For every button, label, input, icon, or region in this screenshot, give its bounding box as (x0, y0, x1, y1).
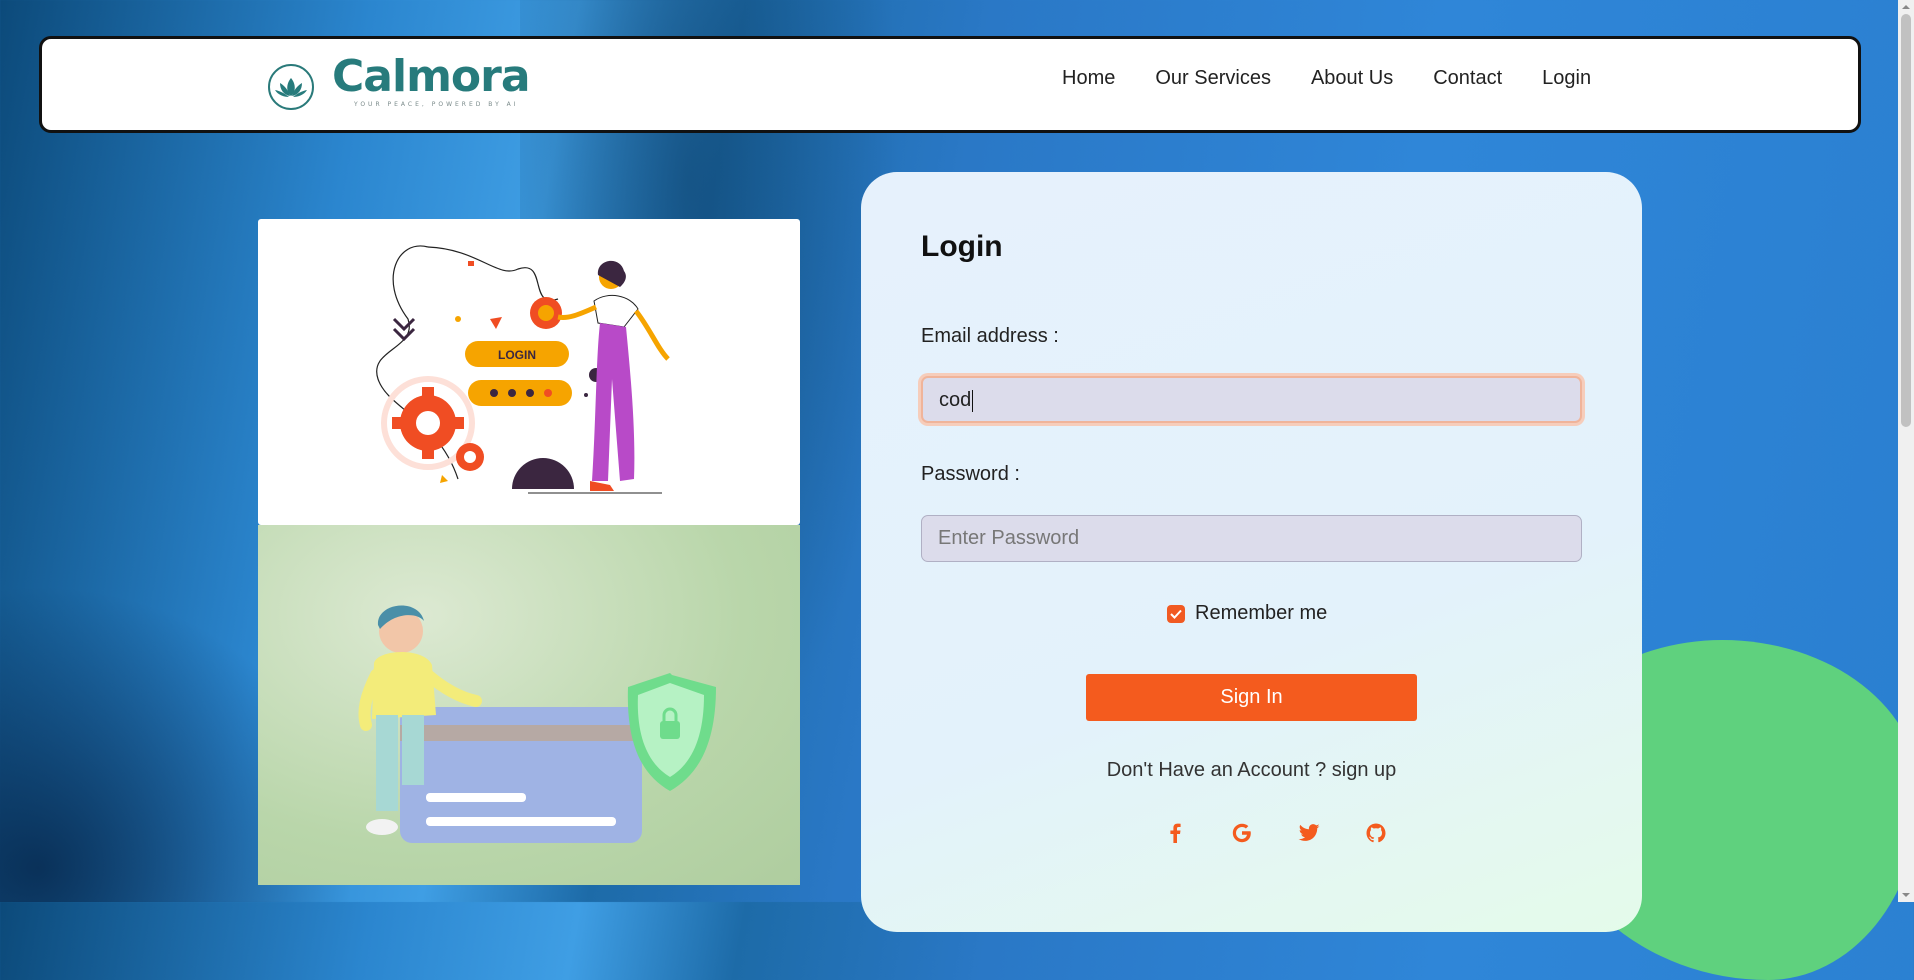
check-icon (1170, 609, 1182, 619)
scrollbar-thumb[interactable] (1901, 14, 1911, 427)
nav-about-us[interactable]: About Us (1311, 67, 1393, 90)
login-illustration: LOGIN (258, 219, 800, 525)
nav-login[interactable]: Login (1542, 67, 1591, 90)
facebook-icon[interactable] (1141, 818, 1208, 848)
security-illustration (258, 525, 800, 885)
scroll-up-icon[interactable] (1901, 2, 1911, 12)
brand-tagline: YOUR PEACE, POWERED BY AI (354, 101, 519, 108)
remember-label: Remember me (1195, 602, 1328, 624)
signup-link[interactable]: Don't Have an Account ? sign up (861, 759, 1642, 782)
login-title: Login (921, 230, 1003, 263)
email-input-value: cod (939, 389, 972, 411)
google-icon[interactable] (1208, 818, 1275, 848)
email-label: Email address : (921, 325, 1059, 347)
password-input[interactable]: Enter Password (921, 515, 1582, 562)
nav-contact[interactable]: Contact (1433, 67, 1502, 90)
lotus-icon[interactable] (268, 64, 314, 110)
github-icon[interactable] (1342, 818, 1409, 848)
navbar: Calmora YOUR PEACE, POWERED BY AI Home O… (39, 36, 1861, 133)
page-scrollbar[interactable] (1898, 0, 1914, 902)
login-badge-text: LOGIN (498, 348, 536, 362)
scroll-down-icon[interactable] (1901, 890, 1911, 900)
remember-me[interactable]: Remember me (1167, 602, 1327, 625)
nav-menu: Home Our Services About Us Contact Login (1062, 67, 1631, 90)
password-placeholder: Enter Password (938, 527, 1080, 549)
nav-home[interactable]: Home (1062, 67, 1115, 90)
sign-in-button[interactable]: Sign In (1086, 674, 1417, 721)
password-label: Password : (921, 463, 1020, 485)
nav-our-services[interactable]: Our Services (1155, 67, 1271, 90)
login-card: Login Email address : cod Password : Ent… (861, 172, 1642, 932)
twitter-icon[interactable] (1275, 818, 1342, 848)
brand-name[interactable]: Calmora (332, 51, 531, 102)
remember-checkbox[interactable] (1167, 604, 1185, 623)
email-input[interactable]: cod (921, 376, 1582, 423)
text-caret (972, 389, 974, 412)
social-login (1141, 818, 1409, 848)
